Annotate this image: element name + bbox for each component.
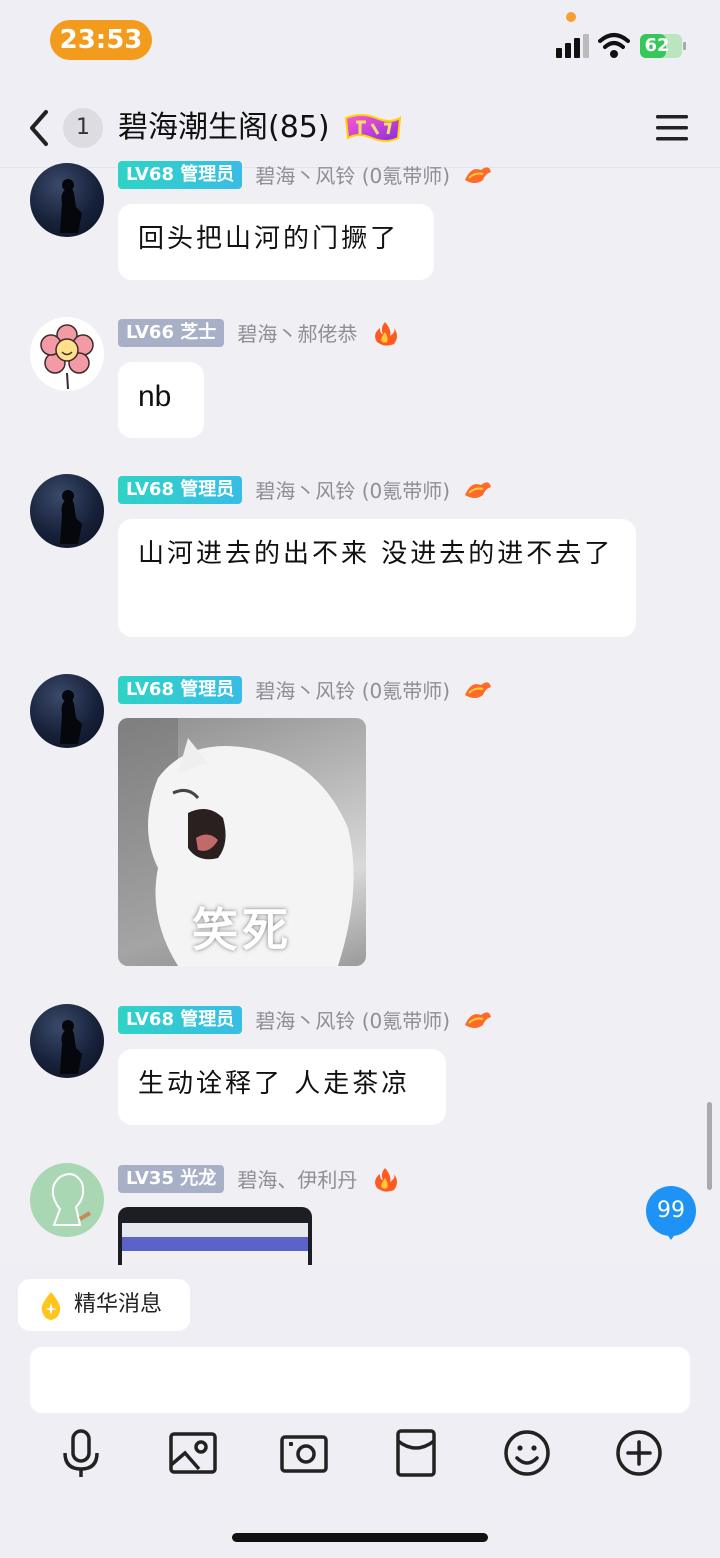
message-item: LV68 管理员 碧海丶风铃 (0氪带师) 笑死 [0, 673, 720, 973]
sender-meta: LV35 光龙 碧海、伊利丹 [118, 1164, 400, 1194]
fire-icon [375, 1167, 398, 1192]
message-input[interactable] [30, 1347, 690, 1413]
wifi-icon [598, 33, 630, 58]
sender-nickname[interactable]: 碧海丶风铃 (0氪带师) [255, 475, 450, 504]
level-badge: LV68 管理员 [118, 675, 243, 704]
sender-nickname[interactable]: 碧海丶风铃 (0氪带师) [255, 160, 450, 189]
avatar[interactable] [30, 163, 104, 237]
avatar[interactable] [30, 1163, 104, 1237]
input-area: 精华消息 [0, 1265, 720, 1558]
message-item: LV68 管理员 碧海丶风铃 (0氪带师) 山河进去的出不来 没进去的进不去了 [0, 473, 720, 643]
battery-level: 62 [644, 35, 670, 56]
avatar[interactable] [30, 474, 104, 548]
sender-nickname[interactable]: 碧海丶风铃 (0氪带师) [255, 1005, 450, 1034]
chevron-left-icon[interactable] [24, 106, 52, 150]
red-packet-icon[interactable] [388, 1425, 444, 1481]
level-badge: LV66 芝士 [118, 318, 225, 347]
screenshot-image-thumbnail[interactable] [118, 1207, 312, 1265]
message-bubble[interactable]: 生动诠释了 人走茶凉 [118, 1049, 446, 1125]
battery-indicator: 62 [640, 34, 686, 58]
sender-nickname[interactable]: 碧海、伊利丹 [237, 1164, 357, 1193]
scrollbar[interactable] [707, 1102, 712, 1190]
chat-header: 1 碧海潮生阁(85) [0, 88, 720, 168]
sticker-caption: 笑死 [192, 903, 292, 957]
image-icon[interactable] [165, 1425, 221, 1481]
dragon-icon [465, 166, 492, 183]
message-bubble[interactable]: nb [118, 362, 204, 438]
camera-icon[interactable] [276, 1425, 332, 1481]
plus-icon[interactable] [611, 1425, 667, 1481]
flag-badge-icon [344, 114, 402, 142]
status-bar: 23:53 62 [0, 0, 720, 88]
emoji-icon[interactable] [499, 1425, 555, 1481]
message-item: LV68 管理员 碧海丶风铃 (0氪带师) 回头把山河的门撅了 [0, 158, 720, 288]
new-message-count-badge[interactable]: 99 [646, 1186, 696, 1236]
level-badge: LV35 光龙 [118, 1164, 225, 1193]
level-badge: LV68 管理员 [118, 1005, 243, 1034]
home-indicator[interactable] [232, 1533, 488, 1542]
cat-sticker-image[interactable]: 笑死 [118, 718, 366, 966]
new-message-badge-tail [664, 1230, 678, 1240]
sender-nickname[interactable]: 碧海丶郝佬恭 [237, 318, 357, 347]
sender-nickname[interactable]: 碧海丶风铃 (0氪带师) [255, 675, 450, 704]
fire-icon [375, 321, 398, 346]
sender-meta: LV68 管理员 碧海丶风铃 (0氪带师) [118, 675, 493, 705]
microphone-icon[interactable] [53, 1425, 109, 1481]
sender-meta: LV66 芝士 碧海丶郝佬恭 [118, 318, 400, 348]
essence-messages-button[interactable]: 精华消息 [18, 1279, 190, 1331]
dragon-icon [465, 481, 492, 498]
message-item: LV68 管理员 碧海丶风铃 (0氪带师) 生动诠释了 人走茶凉 [0, 1003, 720, 1128]
avatar[interactable] [30, 674, 104, 748]
signal-icon [556, 34, 589, 58]
message-item: LV66 芝士 碧海丶郝佬恭 nb [0, 316, 720, 441]
message-bubble[interactable]: 山河进去的出不来 没进去的进不去了 [118, 519, 636, 637]
dragon-icon [465, 681, 492, 698]
message-bubble[interactable]: 回头把山河的门撅了 [118, 204, 434, 280]
status-time: 23:53 [50, 20, 152, 60]
privacy-indicator-dot [566, 12, 576, 22]
message-item: LV35 光龙 碧海、伊利丹 [0, 1162, 720, 1265]
composer-toolbar [0, 1425, 720, 1485]
sender-meta: LV68 管理员 碧海丶风铃 (0氪带师) [118, 1005, 493, 1035]
group-title[interactable]: 碧海潮生阁(85) [118, 106, 330, 150]
unread-count-badge[interactable]: 1 [63, 108, 103, 148]
hamburger-menu-icon[interactable] [652, 112, 692, 144]
sender-meta: LV68 管理员 碧海丶风铃 (0氪带师) [118, 160, 493, 190]
avatar[interactable] [30, 1004, 104, 1078]
level-badge: LV68 管理员 [118, 475, 243, 504]
drop-sparkle-icon [41, 1292, 61, 1320]
sender-meta: LV68 管理员 碧海丶风铃 (0氪带师) [118, 475, 493, 505]
level-badge: LV68 管理员 [118, 160, 243, 189]
avatar[interactable] [30, 317, 104, 391]
essence-label: 精华消息 [74, 1292, 163, 1317]
dragon-icon [465, 1011, 492, 1028]
